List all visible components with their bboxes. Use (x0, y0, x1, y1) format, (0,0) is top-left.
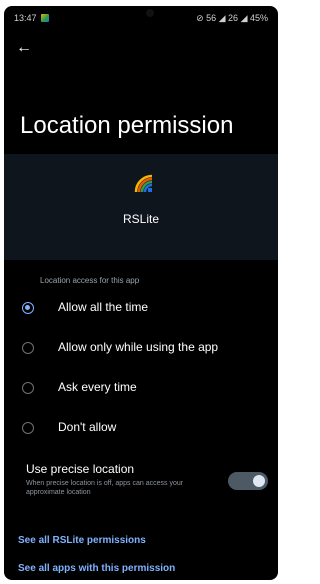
app-name: RSLite (122, 212, 160, 226)
option-allow-all-the-time[interactable]: Allow all the time (4, 294, 278, 324)
radio-selected-icon[interactable] (22, 302, 34, 314)
status-time: 13:47 (14, 13, 37, 23)
option-ask-every-time[interactable]: Ask every time (4, 374, 278, 404)
back-arrow-icon[interactable]: ← (16, 40, 32, 56)
radio-unselected-icon[interactable] (22, 422, 34, 434)
notification-app-icon (41, 14, 49, 22)
option-label: Allow all the time (58, 300, 149, 314)
app-card: RSLite (4, 154, 278, 260)
option-label: Don't allow (58, 420, 117, 434)
precise-location-description: When precise location is off, apps can a… (26, 480, 184, 496)
page-title: Location permission (20, 112, 234, 139)
precise-location-title: Use precise location (26, 462, 135, 476)
see-app-permissions-link[interactable]: See all RSLite permissions (18, 535, 146, 546)
precise-location-toggle[interactable] (228, 472, 268, 490)
option-allow-while-using[interactable]: Allow only while using the app (4, 334, 278, 364)
toggle-knob (253, 475, 265, 487)
radio-unselected-icon[interactable] (22, 382, 34, 394)
radio-unselected-icon[interactable] (22, 342, 34, 354)
see-all-apps-link[interactable]: See all apps with this permission (18, 563, 175, 574)
phone-screen: 13:47 ⊘ 56 ◢ 26 ◢ 45% ← Location permiss… (4, 6, 278, 580)
status-bar: 13:47 ⊘ 56 ◢ 26 ◢ 45% (4, 6, 278, 26)
status-indicators: ⊘ 56 ◢ 26 ◢ 45% (196, 13, 268, 23)
app-logo-icon (134, 174, 153, 193)
camera-cutout (146, 9, 154, 17)
section-label: Location access for this app (40, 276, 140, 285)
option-label: Ask every time (58, 380, 137, 394)
option-label: Allow only while using the app (58, 340, 219, 354)
option-dont-allow[interactable]: Don't allow (4, 414, 278, 444)
